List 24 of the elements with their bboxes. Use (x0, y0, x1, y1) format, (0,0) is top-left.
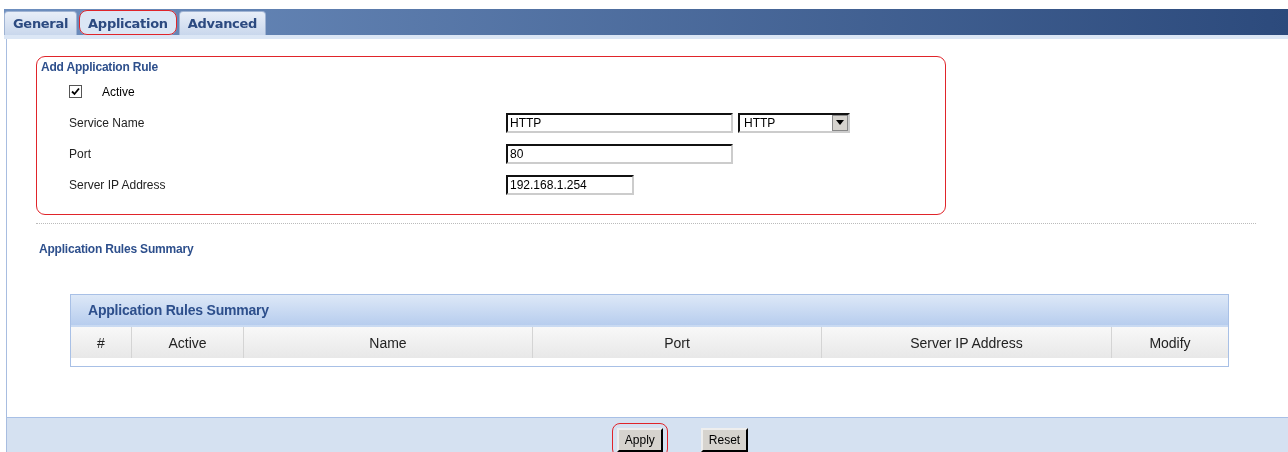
field-label: Port (69, 146, 92, 161)
tab[interactable]: General (4, 11, 78, 35)
input-field[interactable]: HTTP (506, 112, 733, 133)
column-header: # (71, 327, 132, 358)
tab[interactable]: Application (79, 10, 177, 35)
service-dropdown[interactable]: HTTP (738, 112, 850, 133)
input-field[interactable]: 80 (506, 143, 733, 164)
section-title: Add Application Rule (41, 60, 159, 74)
checkbox-label: Active (102, 84, 135, 99)
column-header: Modify (1148, 333, 1192, 353)
column-header: Active (132, 327, 244, 358)
tab[interactable]: Advanced (178, 11, 267, 35)
dropdown-caret-icon (836, 120, 844, 125)
column-header: Server IP Address (822, 327, 1112, 358)
checkbox[interactable] (69, 85, 82, 98)
table-title: Application Rules Summary (71, 294, 1228, 327)
action-button[interactable]: Apply (616, 428, 663, 452)
column-header: Name (244, 327, 533, 358)
field-label: Server IP Address (69, 177, 167, 192)
section-title: Application Rules Summary (39, 242, 195, 256)
input-field[interactable]: 192.168.1.254 (506, 174, 634, 195)
action-button[interactable]: Reset (700, 428, 749, 452)
field-label: Service Name (69, 115, 146, 130)
column-header: Port (533, 327, 822, 358)
